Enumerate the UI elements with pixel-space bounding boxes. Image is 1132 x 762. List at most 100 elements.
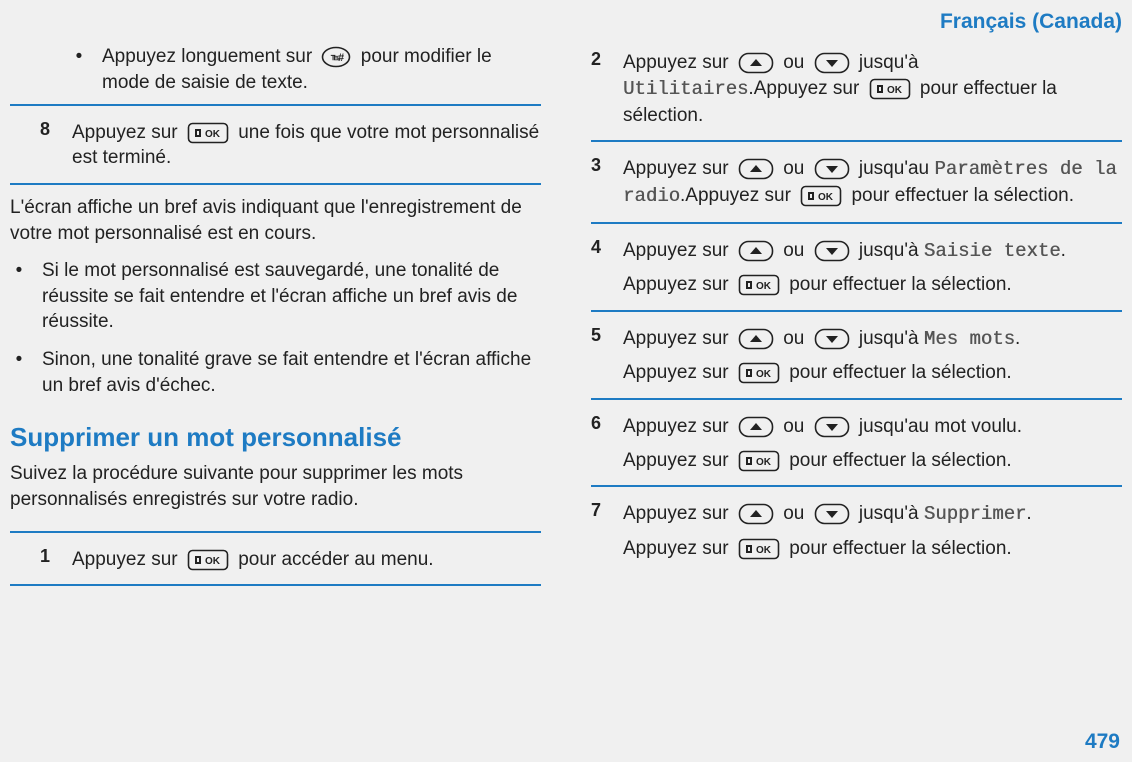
bullet-dot: • [70,44,88,95]
step-1: 1 Appuyez sur OK pour accéder au menu. [10,539,541,579]
page: Français (Canada) • Appuyez longuement s… [0,0,1132,762]
text: Appuyez sur [623,274,729,295]
text: Appuyez sur [623,450,729,471]
menu-item: Supprimer [924,503,1027,525]
text: pour effectuer la sélection. [789,362,1012,383]
up-button-icon [738,240,774,262]
svg-text:OK: OK [205,129,221,140]
text: ou [783,328,804,349]
step-number: 5 [591,326,609,386]
text: jusqu'à [859,52,919,73]
paragraph: L'écran affiche un bref avis indiquant q… [10,195,541,246]
bullet-item: • Si le mot personnalisé est sauvegardé,… [10,256,541,337]
text: pour effectuer la sélection. [789,538,1012,559]
text: Appuyez sur [72,122,178,143]
step-number: 2 [591,50,609,128]
step-body: Appuyez sur OK pour accéder au menu. [72,547,541,573]
menu-item: Mes mots [924,328,1015,350]
text: Appuyez sur [623,52,729,73]
text: Appuyez sur [623,538,729,559]
step-body: Appuyez sur ou jusqu'au Paramètres de la… [623,156,1122,209]
text: pour effectuer la sélection. [789,450,1012,471]
bullet-text: Appuyez longuement sur ℡# pour modifier … [102,44,541,95]
divider [591,310,1122,312]
ok-button-icon: OK [187,549,229,571]
step-number: 4 [591,238,609,298]
down-button-icon [814,158,850,180]
text: ou [783,240,804,261]
text: Appuyez sur [72,549,178,570]
text: ou [783,416,804,437]
up-button-icon [738,158,774,180]
text: Appuyez sur [623,503,729,524]
svg-text:#: # [338,52,344,64]
ok-button-icon: OK [800,185,842,207]
ok-button-icon: OK [738,450,780,472]
step-body: Appuyez sur OK une fois que votre mot pe… [72,120,541,171]
step-body: Appuyez sur ou jusqu'à Saisie texte. App… [623,238,1122,298]
up-button-icon [738,416,774,438]
step-8: 8 Appuyez sur OK une fois que votre mot … [10,112,541,177]
down-button-icon [814,416,850,438]
step-number: 3 [591,156,609,209]
text: Appuyez sur [623,416,729,437]
text: pour accéder au menu. [238,549,433,570]
up-button-icon [738,328,774,350]
text: ou [783,503,804,524]
text: Appuyez sur [623,240,729,261]
ok-button-icon: OK [738,274,780,296]
hash-key-icon: ℡# [321,46,351,68]
step-7: 7 Appuyez sur ou jusqu'à Supprimer. Appu… [591,493,1122,567]
text: Appuyez sur [623,158,729,179]
svg-text:OK: OK [205,556,221,567]
step-5: 5 Appuyez sur ou jusqu'à Mes mots. Appuy… [591,318,1122,392]
text: pour effectuer la sélection. [851,185,1074,206]
ok-button-icon: OK [738,538,780,560]
text: Appuyez sur [623,362,729,383]
text: jusqu'à [859,328,919,349]
menu-item: Saisie texte [924,240,1061,262]
up-button-icon [738,52,774,74]
left-column: • Appuyez longuement sur ℡# pour modifie… [10,42,551,592]
down-button-icon [814,52,850,74]
down-button-icon [814,328,850,350]
up-button-icon [738,503,774,525]
text: .Appuyez sur [680,185,791,206]
divider [591,140,1122,142]
page-number: 479 [1085,728,1120,756]
svg-text:OK: OK [818,192,834,203]
step-number: 1 [40,547,58,573]
step-4: 4 Appuyez sur ou jusqu'à Saisie texte. A… [591,230,1122,304]
down-button-icon [814,240,850,262]
text: jusqu'au [859,158,929,179]
divider [10,531,541,533]
svg-text:OK: OK [756,545,772,556]
menu-item: Utilitaires [623,78,748,100]
text: ou [783,158,804,179]
divider [10,104,541,106]
step-body: Appuyez sur ou jusqu'à Mes mots. Appuyez… [623,326,1122,386]
step-3: 3 Appuyez sur ou jusqu'au Paramètres de … [591,148,1122,215]
text: jusqu'à [859,240,919,261]
right-column: 2 Appuyez sur ou jusqu'à Utilitaires.App… [581,42,1122,592]
step-number: 8 [40,120,58,171]
step-number: 6 [591,414,609,473]
svg-text:OK: OK [756,369,772,380]
text: jusqu'à [859,503,919,524]
ok-button-icon: OK [869,78,911,100]
bullet-dot: • [10,258,28,335]
down-button-icon [814,503,850,525]
divider [10,183,541,185]
section-intro: Suivez la procédure suivante pour suppri… [10,461,541,512]
bullet-text: Sinon, une tonalité grave se fait entend… [42,347,541,398]
ok-button-icon: OK [738,362,780,384]
ok-button-icon: OK [187,122,229,144]
step-body: Appuyez sur ou jusqu'à Utilitaires.Appuy… [623,50,1122,128]
text: Appuyez longuement sur [102,46,312,67]
divider [10,584,541,586]
text: ou [783,52,804,73]
step-6: 6 Appuyez sur ou jusqu'au mot voulu. App… [591,406,1122,479]
divider [591,222,1122,224]
step-body: Appuyez sur ou jusqu'à Supprimer. Appuye… [623,501,1122,561]
bullet-item: • Appuyez longuement sur ℡# pour modifie… [10,42,541,97]
